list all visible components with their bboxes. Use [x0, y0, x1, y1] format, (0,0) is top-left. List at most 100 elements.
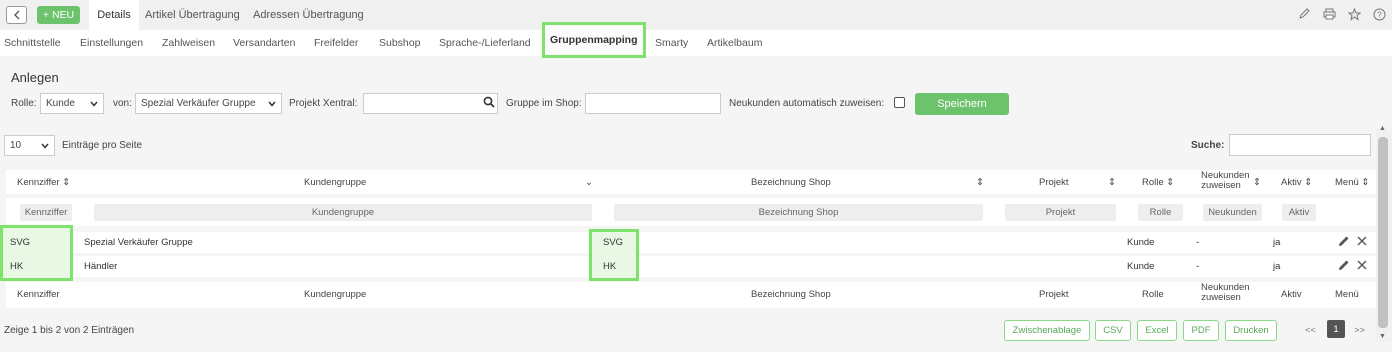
subtab-subshop[interactable]: Subshop — [379, 30, 420, 56]
from-select-value: Spezial Verkäufer Gruppe — [141, 98, 256, 109]
scroll-down-icon[interactable]: ▼ — [1379, 333, 1386, 340]
from-label: von: — [113, 98, 132, 109]
tab-adressen-uebertragung[interactable]: Adressen Übertragung — [253, 0, 364, 30]
page-length-select[interactable]: 10 — [4, 135, 55, 156]
tab-artikel-uebertragung[interactable]: Artikel Übertragung — [145, 0, 240, 30]
sort-icon[interactable]: ⇕ — [976, 177, 984, 188]
row2-group: Händler — [84, 261, 118, 272]
header-menu[interactable]: Menü ⇕ — [1335, 177, 1369, 188]
new-button[interactable]: + NEU — [37, 6, 80, 24]
filter-active[interactable]: Aktiv — [1282, 204, 1316, 221]
row2-active: ja — [1273, 261, 1281, 272]
row1-shop: SVG — [603, 237, 624, 248]
csv-button[interactable]: CSV — [1095, 320, 1131, 341]
tab-details[interactable]: Details — [89, 0, 139, 30]
search-icon[interactable] — [483, 96, 495, 111]
help-icon[interactable]: ? — [1372, 7, 1386, 21]
filter-group[interactable]: Kundengruppe — [94, 204, 592, 221]
sort-down-icon[interactable]: ⌄ — [585, 177, 593, 188]
page-length-value: 10 — [10, 140, 22, 151]
subtab-schnittstelle[interactable]: Schnittstelle — [4, 30, 61, 56]
header-shop[interactable]: Bezeichnung Shop — [751, 177, 831, 188]
chevron-left-icon — [13, 10, 19, 20]
header-role-label: Rolle — [1142, 177, 1164, 188]
star-icon[interactable] — [1347, 7, 1361, 21]
footer-active: Aktiv — [1281, 289, 1302, 300]
filter-code[interactable]: Kennziffer — [20, 204, 72, 221]
header-role[interactable]: Rolle ⇕ — [1142, 177, 1174, 188]
search-label: Suche: — [1191, 140, 1225, 151]
header-group[interactable]: Kundengruppe — [304, 177, 366, 188]
clipboard-button[interactable]: Zwischenablage — [1004, 320, 1090, 341]
filter-project[interactable]: Projekt — [1005, 204, 1116, 221]
filter-new-customers[interactable]: Neukunden — [1203, 204, 1262, 221]
subtab-sprache-lieferland[interactable]: Sprache-/Lieferland — [439, 30, 531, 56]
subtab-artikelbaum[interactable]: Artikelbaum — [707, 30, 762, 56]
table-row[interactable] — [6, 232, 1376, 253]
header-new-line2: zuweisen — [1201, 180, 1241, 191]
from-select[interactable]: Spezial Verkäufer Gruppe — [135, 93, 282, 114]
close-icon[interactable] — [1356, 235, 1368, 250]
chevron-down-icon — [90, 101, 98, 107]
row1-group: Spezial Verkäufer Gruppe — [84, 237, 193, 248]
header-new-customers[interactable]: Neukunden zuweisen — [1201, 171, 1250, 191]
footer-new-customers: Neukunden zuweisen — [1201, 283, 1250, 303]
sort-icon: ⇕ — [1304, 177, 1313, 188]
row1-code: SVG — [10, 237, 31, 248]
excel-button[interactable]: Excel — [1137, 320, 1177, 341]
table-info: Zeige 1 bis 2 von 2 Einträgen — [4, 325, 135, 336]
save-button[interactable]: Speichern — [915, 93, 1009, 115]
pager-prev[interactable]: << — [1305, 325, 1316, 336]
role-select[interactable]: Kunde — [40, 93, 104, 114]
group-label: Gruppe im Shop: — [506, 98, 582, 109]
row1-role: Kunde — [1127, 237, 1155, 248]
group-input[interactable] — [585, 93, 721, 114]
header-active[interactable]: Aktiv ⇕ — [1281, 177, 1312, 188]
project-label: Projekt Xentral: — [289, 98, 358, 109]
auto-assign-checkbox[interactable] — [894, 97, 905, 108]
chevron-down-icon — [41, 143, 49, 149]
scrollbar-thumb[interactable] — [1378, 137, 1388, 328]
row2-code: HK — [10, 261, 24, 272]
pdf-button[interactable]: PDF — [1183, 320, 1219, 341]
filter-shop[interactable]: Bezeichnung Shop — [614, 204, 983, 221]
project-input[interactable] — [363, 93, 498, 114]
row1-new-customers: - — [1196, 237, 1200, 248]
header-active-label: Aktiv — [1281, 177, 1302, 188]
header-code-label: Kennziffer — [17, 177, 60, 188]
subtab-einstellungen[interactable]: Einstellungen — [80, 30, 143, 56]
print-icon[interactable] — [1322, 7, 1336, 21]
edit-icon[interactable] — [1338, 235, 1350, 250]
table-row[interactable] — [6, 256, 1376, 277]
pager-page[interactable]: 1 — [1327, 320, 1345, 338]
subtab-smarty[interactable]: Smarty — [655, 30, 688, 56]
role-label: Rolle: — [11, 98, 37, 109]
footer-menu: Menü — [1335, 289, 1359, 300]
header-project[interactable]: Projekt — [1039, 177, 1069, 188]
scroll-up-icon[interactable]: ▲ — [1379, 125, 1386, 132]
auto-assign-label: Neukunden automatisch zuweisen: — [729, 98, 885, 109]
filter-role[interactable]: Rolle — [1138, 204, 1183, 221]
sort-icon[interactable]: ⇕ — [1253, 177, 1261, 188]
pencil-icon[interactable] — [1297, 7, 1311, 21]
table-search-input[interactable] — [1229, 134, 1371, 156]
pager-next[interactable]: >> — [1354, 325, 1365, 336]
code-highlight — [0, 225, 73, 281]
edit-icon[interactable] — [1338, 259, 1350, 274]
section-title: Anlegen — [11, 70, 59, 85]
sort-icon: ⇕ — [62, 177, 71, 188]
top-icon-group: ? — [1297, 7, 1386, 21]
footer-project: Projekt — [1039, 289, 1069, 300]
print-button[interactable]: Drucken — [1225, 320, 1277, 341]
subtab-zahlweisen[interactable]: Zahlweisen — [162, 30, 215, 56]
subtab-gruppenmapping[interactable]: Gruppenmapping — [542, 22, 646, 58]
row2-shop: HK — [603, 261, 617, 272]
header-code[interactable]: Kennziffer ⇕ — [17, 177, 70, 188]
back-button[interactable] — [6, 6, 27, 24]
subtab-versandarten[interactable]: Versandarten — [233, 30, 295, 56]
subtab-freifelder[interactable]: Freifelder — [314, 30, 358, 56]
close-icon[interactable] — [1356, 259, 1368, 274]
sort-icon[interactable]: ⇕ — [1108, 177, 1116, 188]
page-length-label: Einträge pro Seite — [62, 140, 143, 151]
row2-new-customers: - — [1196, 261, 1200, 272]
